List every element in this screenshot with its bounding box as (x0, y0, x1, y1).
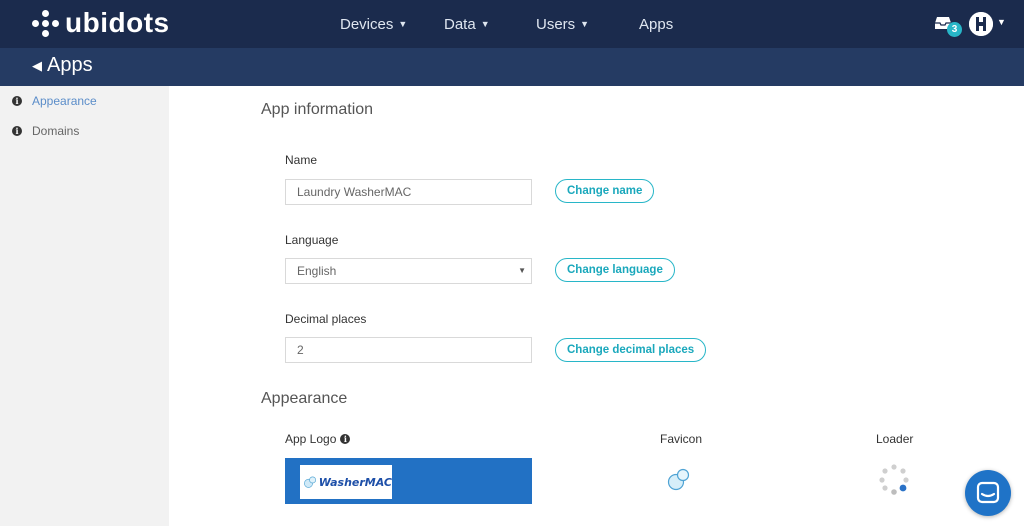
nav-apps[interactable]: Apps (639, 0, 673, 48)
page-title: Apps (47, 54, 93, 76)
chat-icon (976, 481, 1000, 504)
change-language-button[interactable]: Change language (555, 258, 675, 282)
decimal-places-input[interactable]: 2 (285, 337, 532, 363)
top-navbar: ubidots Devices ▼ Data ▼ Users ▼ Apps 3 ▼ (0, 0, 1024, 48)
app-logo-label: App Logo i (285, 432, 351, 446)
logo-text: ubidots (65, 7, 170, 38)
loader-preview[interactable] (877, 463, 911, 497)
back-to-apps-link[interactable]: ◀ Apps (32, 54, 93, 77)
nav-data[interactable]: Data ▼ (444, 0, 490, 48)
app-logo-preview[interactable]: WasherMAC (285, 458, 532, 504)
sidebar-item-appearance[interactable]: i Appearance (12, 94, 97, 108)
decimal-places-label: Decimal places (285, 312, 367, 326)
change-name-button[interactable]: Change name (555, 179, 655, 203)
app-logo-label-text: App Logo (285, 432, 337, 446)
favicon-preview[interactable] (666, 466, 692, 497)
favicon-label: Favicon (660, 432, 703, 446)
change-decimal-places-button[interactable]: Change decimal places (555, 338, 707, 362)
info-icon: i (12, 126, 22, 136)
name-label: Name (285, 153, 318, 167)
chat-widget-button[interactable] (965, 470, 1011, 516)
sidebar-item-domains[interactable]: i Domains (12, 124, 79, 138)
app-logo-image: WasherMAC (300, 465, 392, 499)
nav-devices[interactable]: Devices ▼ (340, 0, 407, 48)
info-icon[interactable]: i (340, 434, 351, 444)
loading-spinner-icon (879, 464, 909, 495)
select-caret-icon: ▼ (518, 266, 526, 275)
language-select-value: English (297, 264, 337, 278)
back-arrow-icon: ◀ (32, 57, 42, 73)
info-icon: i (12, 96, 22, 106)
notifications-button[interactable]: 3 (934, 14, 962, 38)
caret-down-icon: ▼ (398, 19, 408, 29)
ubidots-logo[interactable]: ubidots (32, 9, 170, 37)
notifications-badge: 3 (947, 22, 962, 37)
sidebar-item-label: Domains (32, 124, 80, 138)
nav-users-label: Users (536, 15, 576, 33)
caret-down-icon: ▼ (580, 19, 590, 29)
nav-data-label: Data (444, 15, 476, 33)
nav-apps-label: Apps (639, 15, 674, 33)
language-label: Language (285, 233, 339, 247)
bubbles-icon (304, 476, 317, 488)
logo-dots-icon (32, 9, 59, 37)
account-caret-icon[interactable]: ▼ (997, 17, 1006, 27)
user-avatar-icon (969, 12, 993, 36)
bubbles-icon (667, 468, 690, 491)
nav-users[interactable]: Users ▼ (536, 0, 589, 48)
app-logo-brand-text: WasherMAC (318, 475, 392, 489)
page-header: ◀ Apps (0, 48, 1024, 86)
sidebar-item-label: Appearance (32, 94, 97, 108)
app-information-heading: App information (261, 101, 374, 118)
language-select[interactable]: English ▼ (285, 258, 532, 284)
nav-devices-label: Devices (340, 15, 394, 33)
sidebar: i Appearance i Domains (0, 86, 169, 526)
name-input[interactable]: Laundry WasherMAC (285, 179, 532, 205)
caret-down-icon: ▼ (480, 19, 490, 29)
avatar[interactable] (969, 12, 993, 36)
loader-label: Loader (876, 432, 914, 446)
appearance-heading: Appearance (261, 390, 348, 407)
